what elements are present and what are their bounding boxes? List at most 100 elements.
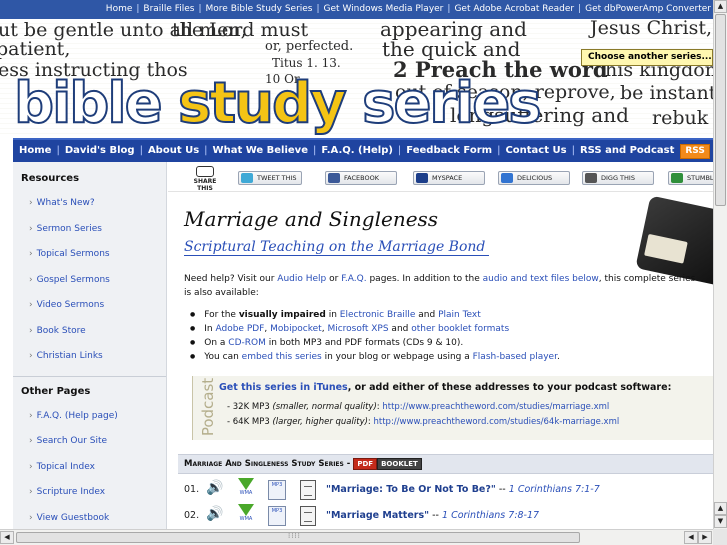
scroll-right-button[interactable]: ▶ [698,531,712,544]
vertical-scrollbar[interactable]: ▲ ▲ ▼ [713,0,727,529]
flash-player-link[interactable]: Flash-based player [473,352,557,362]
vertical-scroll-thumb[interactable] [715,14,726,206]
podcast-64k-url[interactable]: http://www.preachtheword.com/studies/64k… [374,417,620,427]
stumble-button[interactable]: STUMBLE [668,171,713,185]
nav-beliefs[interactable]: What We Believe [213,145,308,156]
tweet-label: TWEET THIS [257,174,297,182]
page-subtitle: Scriptural Teaching on the Marriage Bond [184,239,490,256]
bullet-text: You can [204,352,242,362]
scripture-ref-link[interactable]: 1 Corinthians 7:8-17 [442,510,539,521]
cdrom-link[interactable]: CD-ROM [228,338,266,348]
horizontal-scrollbar[interactable]: ◀ ⁞⁞⁞⁞ ◀ ▶ [0,529,713,545]
digg-button[interactable]: DIGG THIS [582,171,654,185]
xps-link[interactable]: Microsoft XPS [327,324,388,334]
nav-about[interactable]: About Us [148,145,199,156]
mp3-download-button[interactable]: MP3 [268,506,286,526]
wma-download-button[interactable]: WMA [236,478,256,502]
top-link-more-series[interactable]: More Bible Study Series [206,4,313,14]
booklet-badge[interactable]: BOOKLET [377,458,422,470]
series-header: Marriage And Singleness Study Series - PD… [178,454,713,474]
share-bar: SHARE THIS TWEET THIS FACEBOOK MYSPACE D… [168,162,713,192]
sidebar-item-guestbook[interactable]: View Guestbook [13,506,166,530]
bullet-text: in your blog or webpage using a [321,352,473,362]
sidebar-item-search[interactable]: Search Our Site [13,429,166,455]
separator: | [198,4,202,14]
site-logo[interactable]: bible study series [13,70,543,137]
embed-series-link[interactable]: embed this series [242,352,322,362]
top-link-braille[interactable]: Braille Files [143,4,194,14]
sidebar-item-christian-links[interactable]: Christian Links [13,344,166,370]
top-link-media-player[interactable]: Get Windows Media Player [324,4,444,14]
separator: | [316,4,320,14]
bullet-text: and [388,324,412,334]
delicious-button[interactable]: DELICIOUS [498,171,570,185]
share-this-button[interactable]: SHARE THIS [185,166,225,192]
stumble-label: STUMBLE [687,174,713,182]
bullet-text: in both MP3 and PDF formats (CDs 9 & 10)… [265,338,464,348]
scroll-left-button-right[interactable]: ◀ [684,531,698,544]
tweet-button[interactable]: TWEET THIS [238,171,302,185]
sidebar: Resources What's New? Sermon Series Topi… [13,162,167,529]
sidebar-item-faq[interactable]: F.A.Q. (Help page) [13,404,166,430]
choose-series-dropdown[interactable]: Choose another series... [581,49,713,66]
faq-link[interactable]: F.A.Q. [341,274,366,284]
bullet-text: For the [204,310,239,320]
top-link-acrobat[interactable]: Get Adobe Acrobat Reader [454,4,574,14]
podcast-text: - 32K MP3 [227,402,273,412]
itunes-link[interactable]: Get this series in iTunes [219,382,348,393]
braille-link[interactable]: Electronic Braille [340,310,416,320]
mp3-download-button[interactable]: MP3 [268,480,286,500]
banner-scripture-text: be instant [620,82,713,104]
rss-button[interactable]: RSS [680,144,710,159]
sidebar-item-topical-sermons[interactable]: Topical Sermons [13,242,166,268]
myspace-label: MYSPACE [432,174,463,182]
plain-text-link[interactable]: Plain Text [438,310,481,320]
top-links-bar: Home | Braille Files | More Bible Study Seri… [0,0,713,19]
document-icon[interactable] [300,506,316,526]
pdf-link[interactable]: Adobe PDF [215,324,264,334]
nav-faq[interactable]: F.A.Q. (Help) [321,145,393,156]
facebook-button[interactable]: FACEBOOK [325,171,397,185]
wma-download-button[interactable]: WMA [236,504,256,528]
top-link-dbpoweramp[interactable]: Get dbPowerAmp Converter [585,4,711,14]
sermon-title-row: "Marriage: To Be Or Not To Be?" -- 1 Cor… [326,484,600,495]
nav-home[interactable]: Home [19,145,51,156]
sidebar-item-book-store[interactable]: Book Store [13,319,166,345]
nav-blog[interactable]: David's Blog [65,145,135,156]
scripture-ref-link[interactable]: 1 Corinthians 7:1-7 [509,484,600,495]
speaker-icon[interactable]: 🔊 [206,480,224,498]
nav-rss-podcast[interactable]: RSS and Podcast [580,145,674,156]
sermon-title-link[interactable]: "Marriage Matters" [326,510,429,521]
scroll-left-button[interactable]: ◀ [0,531,14,544]
sidebar-item-video-sermons[interactable]: Video Sermons [13,293,166,319]
sidebar-item-topical-index[interactable]: Topical Index [13,455,166,481]
scroll-up-button-lower[interactable]: ▲ [714,502,727,515]
sidebar-item-whats-new[interactable]: What's New? [13,191,166,217]
files-below-link[interactable]: audio and text files below [483,274,599,284]
book-pages [644,233,688,264]
scrollbar-corner [713,529,727,545]
sidebar-item-sermon-series[interactable]: Sermon Series [13,217,166,243]
speaker-icon[interactable]: 🔊 [206,506,224,524]
top-link-home[interactable]: Home [106,4,133,14]
page-title: Marriage and Singleness [184,207,439,231]
scroll-down-button[interactable]: ▼ [714,515,727,528]
sermon-title-link[interactable]: "Marriage: To Be Or Not To Be?" [326,484,496,495]
list-item: On a CD-ROM in both MP3 and PDF formats … [204,336,704,350]
mobipocket-link[interactable]: Mobipocket [270,324,322,334]
sermon-sep: -- [429,510,442,521]
sidebar-item-gospel-sermons[interactable]: Gospel Sermons [13,268,166,294]
nav-feedback[interactable]: Feedback Form [406,145,492,156]
facebook-icon [328,173,340,183]
scroll-up-button[interactable]: ▲ [714,0,727,13]
audio-help-link[interactable]: Audio Help [277,274,326,284]
myspace-button[interactable]: MYSPACE [413,171,485,185]
download-arrow-icon [238,504,254,516]
podcast-32k-url[interactable]: http://www.preachtheword.com/studies/mar… [382,402,609,412]
sidebar-item-scripture-index[interactable]: Scripture Index [13,480,166,506]
pdf-badge[interactable]: PDF [353,458,378,470]
speech-bubble-icon [196,166,214,177]
nav-contact[interactable]: Contact Us [505,145,566,156]
booklet-formats-link[interactable]: other booklet formats [411,324,509,334]
document-icon[interactable] [300,480,316,500]
